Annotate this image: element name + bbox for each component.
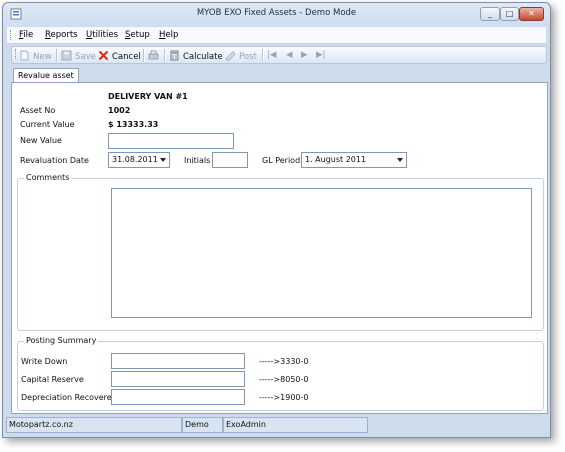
calculator-icon <box>170 50 179 61</box>
capital-reserve-input[interactable] <box>111 371 245 387</box>
maximize-button[interactable]: □ <box>500 7 519 21</box>
status-site: Motopartz.co.nz <box>6 417 182 433</box>
gl-period-value: 1. August 2011 <box>305 155 367 164</box>
close-icon: ✕ <box>528 9 535 18</box>
last-record-button[interactable]: ▶| <box>316 50 325 60</box>
save-button[interactable]: Save <box>61 50 96 62</box>
tab-revalue-asset[interactable]: Revalue asset <box>13 68 79 83</box>
window-title: MYOB EXO Fixed Assets - Demo Mode <box>196 8 357 18</box>
status-user: ExoAdmin <box>223 417 368 433</box>
previous-icon: ◀ <box>286 50 293 60</box>
cancel-x-icon <box>98 50 109 61</box>
menu-help[interactable]: Help <box>159 30 178 40</box>
gl-period-select[interactable]: 1. August 2011 <box>301 152 407 168</box>
revalue-panel: DELIVERY VAN #1 Asset No 1002 Current Va… <box>11 82 548 414</box>
chevron-down-icon <box>397 158 403 162</box>
asset-no-value: 1002 <box>108 106 131 115</box>
title-bar: MYOB EXO Fixed Assets - Demo Mode _ □ ✕ <box>3 3 550 25</box>
chevron-down-icon <box>160 158 166 162</box>
first-icon: |◀ <box>267 50 277 60</box>
menu-utilities[interactable]: Utilities <box>86 30 118 40</box>
toolbar-grip <box>15 49 18 59</box>
post-icon <box>225 51 236 61</box>
gl-period-label: GL Period <box>262 156 301 165</box>
status-bar: Motopartz.co.nz Demo ExoAdmin <box>6 417 548 433</box>
menu-grip <box>10 30 13 40</box>
toolbar-separator <box>143 49 145 62</box>
revaluation-date-value: 31.08.2011 <box>112 155 158 164</box>
asset-no-label: Asset No <box>20 106 56 115</box>
initials-input[interactable] <box>212 152 248 168</box>
posting-summary-title: Posting Summary <box>24 336 99 345</box>
first-record-button[interactable]: |◀ <box>267 50 276 60</box>
new-button[interactable]: New <box>19 50 52 62</box>
toolbar: New Save Cancel Calculate Post |◀ ◀ ▶ ▶| <box>11 46 547 64</box>
next-icon: ▶ <box>301 50 308 60</box>
menu-file[interactable]: File <box>19 30 33 40</box>
capital-reserve-label: Capital Reserve <box>21 375 84 384</box>
new-document-icon <box>20 50 29 61</box>
app-window: MYOB EXO Fixed Assets - Demo Mode _ □ ✕ … <box>2 2 551 438</box>
minimize-icon: _ <box>488 9 492 18</box>
write-down-account: ----->3330-0 <box>259 357 309 366</box>
write-down-input[interactable] <box>111 353 245 369</box>
depreciation-recovered-input[interactable] <box>111 389 245 405</box>
comments-group: Comments <box>17 173 544 331</box>
toolbar-separator <box>56 49 58 62</box>
tab-strip: Revalue asset <box>11 66 548 83</box>
next-record-button[interactable]: ▶ <box>301 50 308 60</box>
cancel-button[interactable]: Cancel <box>98 50 141 62</box>
revaluation-date-label: Revaluation Date <box>20 156 89 165</box>
comments-textarea[interactable] <box>111 188 532 318</box>
menu-reports[interactable]: Reports <box>45 30 78 40</box>
posting-summary-group: Posting Summary Write Down ----->3330-0 … <box>17 336 544 411</box>
save-icon <box>61 50 72 61</box>
toolbar-separator <box>262 49 264 62</box>
maximize-icon: □ <box>505 9 514 18</box>
previous-record-button[interactable]: ◀ <box>286 50 293 60</box>
close-button[interactable]: ✕ <box>519 7 544 21</box>
depreciation-recovered-account: ----->1900-0 <box>259 393 309 402</box>
write-down-label: Write Down <box>21 357 68 366</box>
current-value-label: Current Value <box>20 120 75 129</box>
status-mode: Demo <box>182 417 223 433</box>
new-value-label: New Value <box>20 136 62 145</box>
new-value-input[interactable] <box>108 133 234 149</box>
post-button[interactable]: Post <box>225 50 257 62</box>
capital-reserve-account: ----->8050-0 <box>259 375 309 384</box>
calculate-button[interactable]: Calculate <box>169 50 223 62</box>
toolbar-separator <box>164 49 166 62</box>
print-button[interactable] <box>148 50 162 62</box>
current-value: $ 13333.33 <box>108 120 159 129</box>
minimize-button[interactable]: _ <box>480 7 500 21</box>
revaluation-date-picker[interactable]: 31.08.2011 <box>108 152 170 168</box>
initials-label: Initials <box>184 156 211 165</box>
asset-name: DELIVERY VAN #1 <box>108 92 188 101</box>
menu-bar: File Reports Utilities Setup Help <box>7 27 546 44</box>
last-icon: ▶| <box>316 50 326 60</box>
depreciation-recovered-label: Depreciation Recovered <box>21 393 117 402</box>
menu-setup[interactable]: Setup <box>125 30 150 40</box>
comments-title: Comments <box>24 173 72 182</box>
printer-icon <box>148 50 159 60</box>
